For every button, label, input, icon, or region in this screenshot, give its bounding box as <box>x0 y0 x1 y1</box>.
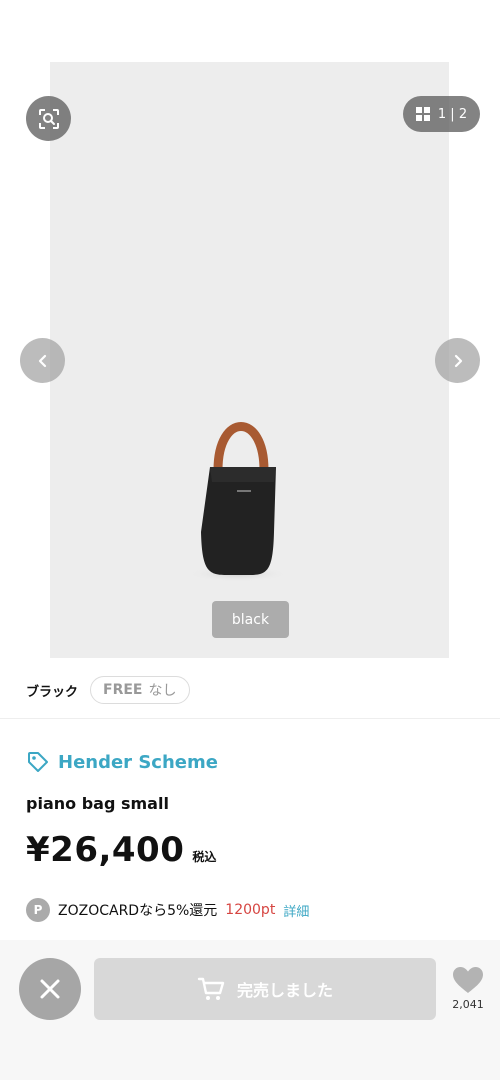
product-image[interactable] <box>50 62 449 658</box>
product-price: ¥26,400 <box>26 830 185 870</box>
image-counter-total: 2 <box>458 106 468 122</box>
points-row: P ZOZOCARDなら5%還元 1200pt 詳細 <box>26 898 309 922</box>
chevron-left-icon <box>38 354 46 367</box>
image-counter-text: 1 | 2 <box>438 107 467 122</box>
points-detail-link[interactable]: 詳細 <box>283 901 309 920</box>
tax-label: 税込 <box>192 850 217 864</box>
variant-color-label: ブラック <box>26 684 79 700</box>
add-to-cart-button[interactable]: 完売しました <box>94 958 436 1020</box>
product-gallery: 1 | 2 black <box>0 0 500 660</box>
image-counter-button[interactable]: 1 | 2 <box>403 96 480 132</box>
image-counter-separator: | <box>450 106 455 122</box>
previous-image-button[interactable] <box>20 338 65 383</box>
size-option-chip[interactable]: FREE なし <box>90 676 190 704</box>
image-color-label: black <box>212 601 289 638</box>
chevron-right-icon <box>454 354 462 367</box>
image-search-button[interactable] <box>26 96 71 141</box>
favorite-button[interactable]: 2,041 <box>450 966 486 1011</box>
sold-out-label: 完売しました <box>236 981 333 1000</box>
product-title: piano bag small <box>26 794 169 813</box>
variant-row: ブラック FREE なし <box>26 676 190 704</box>
image-search-icon <box>38 108 59 129</box>
close-button[interactable] <box>19 958 81 1020</box>
favorite-count: 2,041 <box>452 998 484 1011</box>
size-label: FREE <box>103 682 143 698</box>
bottom-action-bar: 完売しました 2,041 <box>0 940 500 1080</box>
cart-icon <box>197 977 225 1000</box>
price-row: ¥26,400 税込 <box>26 830 216 870</box>
brand-link[interactable]: Hender Scheme <box>26 750 218 774</box>
image-counter-current: 1 <box>437 106 447 122</box>
heart-icon <box>453 967 483 993</box>
points-description: ZOZOCARDなら5%還元 <box>58 903 218 919</box>
tag-icon <box>28 752 48 772</box>
grid-icon <box>415 107 430 121</box>
brand-name: Hender Scheme <box>58 751 218 773</box>
close-icon <box>40 979 60 999</box>
points-badge-icon: P <box>26 898 50 922</box>
next-image-button[interactable] <box>435 338 480 383</box>
bag-illustration <box>188 422 288 582</box>
points-amount: 1200pt <box>225 902 276 918</box>
stock-status: なし <box>148 683 177 699</box>
section-divider <box>0 718 500 719</box>
